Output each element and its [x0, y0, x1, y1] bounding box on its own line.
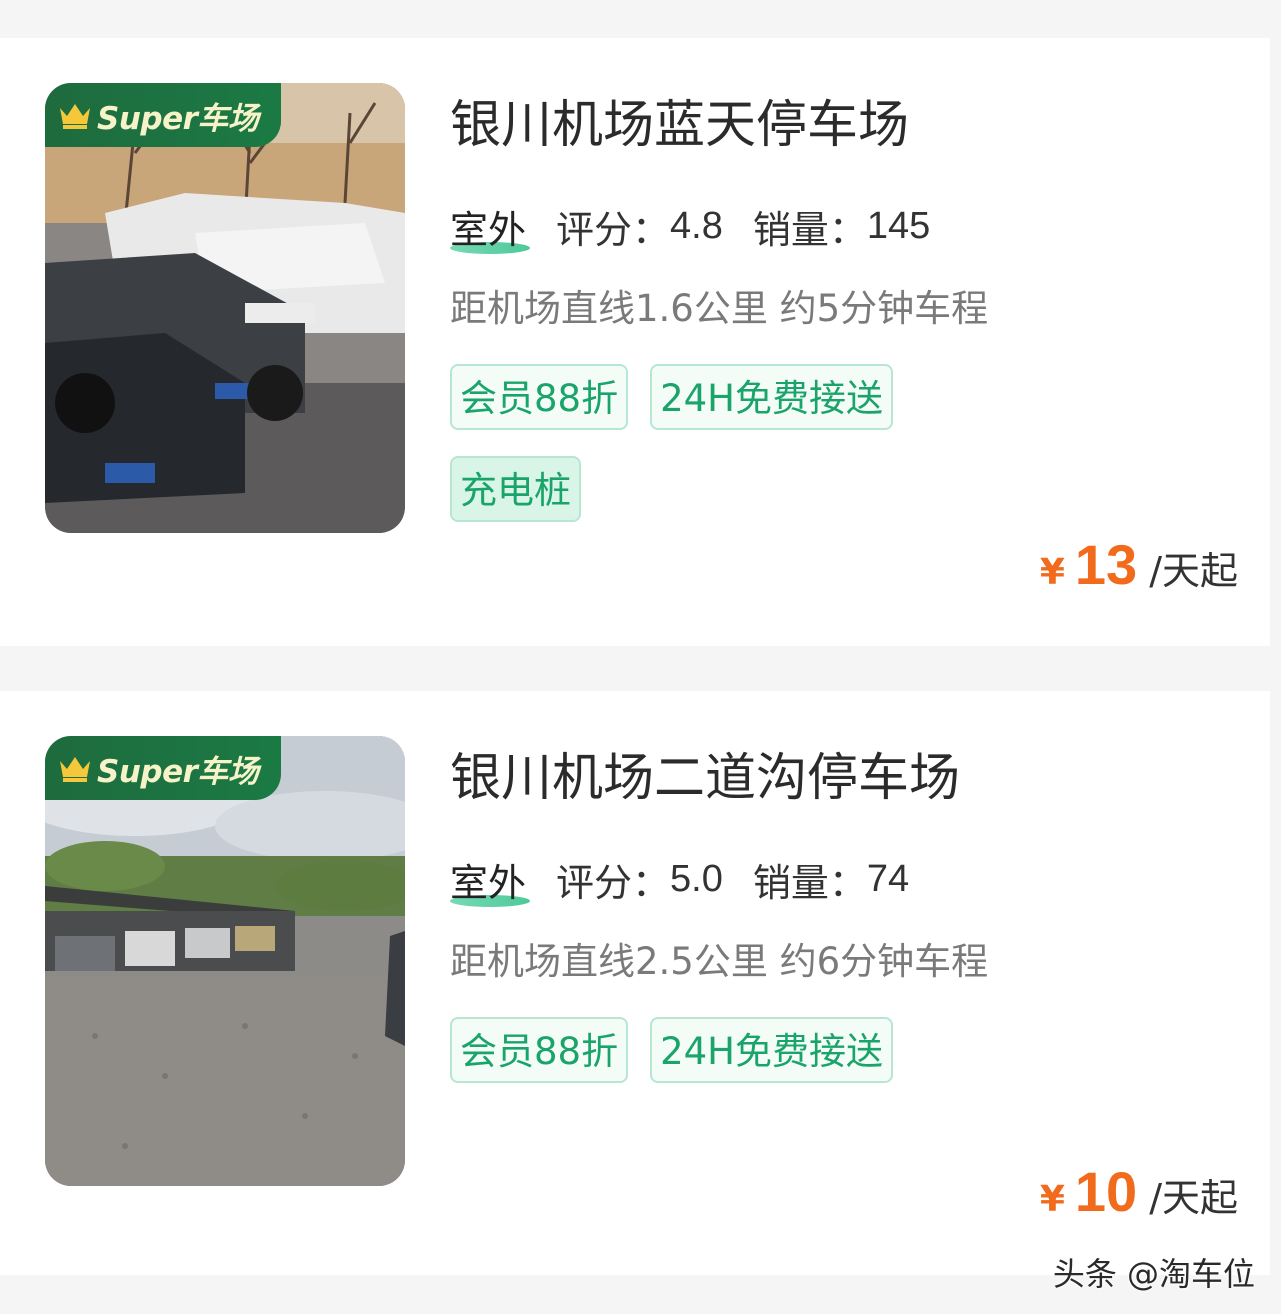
badge-label: Super车场 — [97, 100, 259, 137]
listing-meta: 室外 评分： 4.8 销量： 145 — [450, 198, 960, 254]
rating-value: 5.0 — [670, 857, 723, 900]
feature-tags: 会员88折 24H免费接送 充电桩 — [450, 364, 970, 548]
parked-cars-photo — [45, 83, 405, 533]
tag-charging-station: 充电桩 — [450, 456, 581, 522]
parking-listing-card[interactable]: Super车场 银川机场二道沟停车场 室外 评分： 5.0 销量： 74 距机场… — [0, 691, 1270, 1275]
price: ¥ 13 /天起 — [1040, 532, 1238, 597]
super-parking-badge: Super车场 — [45, 736, 281, 800]
parking-listing-card[interactable]: Super车场 银川机场蓝天停车场 室外 评分： 4.8 销量： 145 距机场… — [0, 38, 1270, 646]
parking-lot-photo — [45, 736, 405, 1186]
sales-value: 74 — [866, 857, 910, 900]
rating-label: 评分： — [556, 860, 671, 905]
listing-title[interactable]: 银川机场二道沟停车场 — [450, 743, 960, 815]
sales-label: 销量： — [752, 207, 867, 252]
parking-type-label: 室外 — [450, 852, 531, 907]
tag-member-discount: 会员88折 — [450, 364, 629, 430]
price-unit: /天起 — [1149, 549, 1238, 593]
tag-member-discount: 会员88折 — [450, 1017, 629, 1083]
feature-tags: 会员88折 24H免费接送 — [450, 1017, 970, 1109]
tag-free-shuttle: 24H免费接送 — [650, 1017, 893, 1083]
parking-type-label: 室外 — [450, 199, 531, 254]
sales-label: 销量： — [752, 860, 867, 905]
parking-photo[interactable]: Super车场 — [45, 736, 405, 1186]
crown-icon — [60, 757, 90, 782]
rating-value: 4.8 — [670, 204, 723, 247]
price-unit: /天起 — [1149, 1176, 1238, 1220]
listing-title[interactable]: 银川机场蓝天停车场 — [450, 90, 909, 162]
currency-symbol: ¥ — [1039, 1179, 1065, 1220]
distance-info: 距机场直线2.5公里 约6分钟车程 — [450, 940, 989, 983]
badge-label: Super车场 — [97, 753, 259, 790]
parking-photo[interactable]: Super车场 — [45, 83, 405, 533]
rating-label: 评分： — [556, 207, 671, 252]
currency-symbol: ¥ — [1039, 552, 1065, 593]
sales-value: 145 — [866, 204, 931, 247]
tag-free-shuttle: 24H免费接送 — [650, 364, 893, 430]
price: ¥ 10 /天起 — [1040, 1159, 1238, 1224]
super-parking-badge: Super车场 — [45, 83, 281, 147]
price-value: 13 — [1074, 533, 1138, 596]
price-value: 10 — [1074, 1160, 1138, 1223]
crown-icon — [60, 104, 90, 129]
distance-info: 距机场直线1.6公里 约5分钟车程 — [450, 287, 989, 330]
watermark: 头条 @淘车位 — [1052, 1255, 1255, 1293]
listing-meta: 室外 评分： 5.0 销量： 74 — [450, 851, 939, 907]
